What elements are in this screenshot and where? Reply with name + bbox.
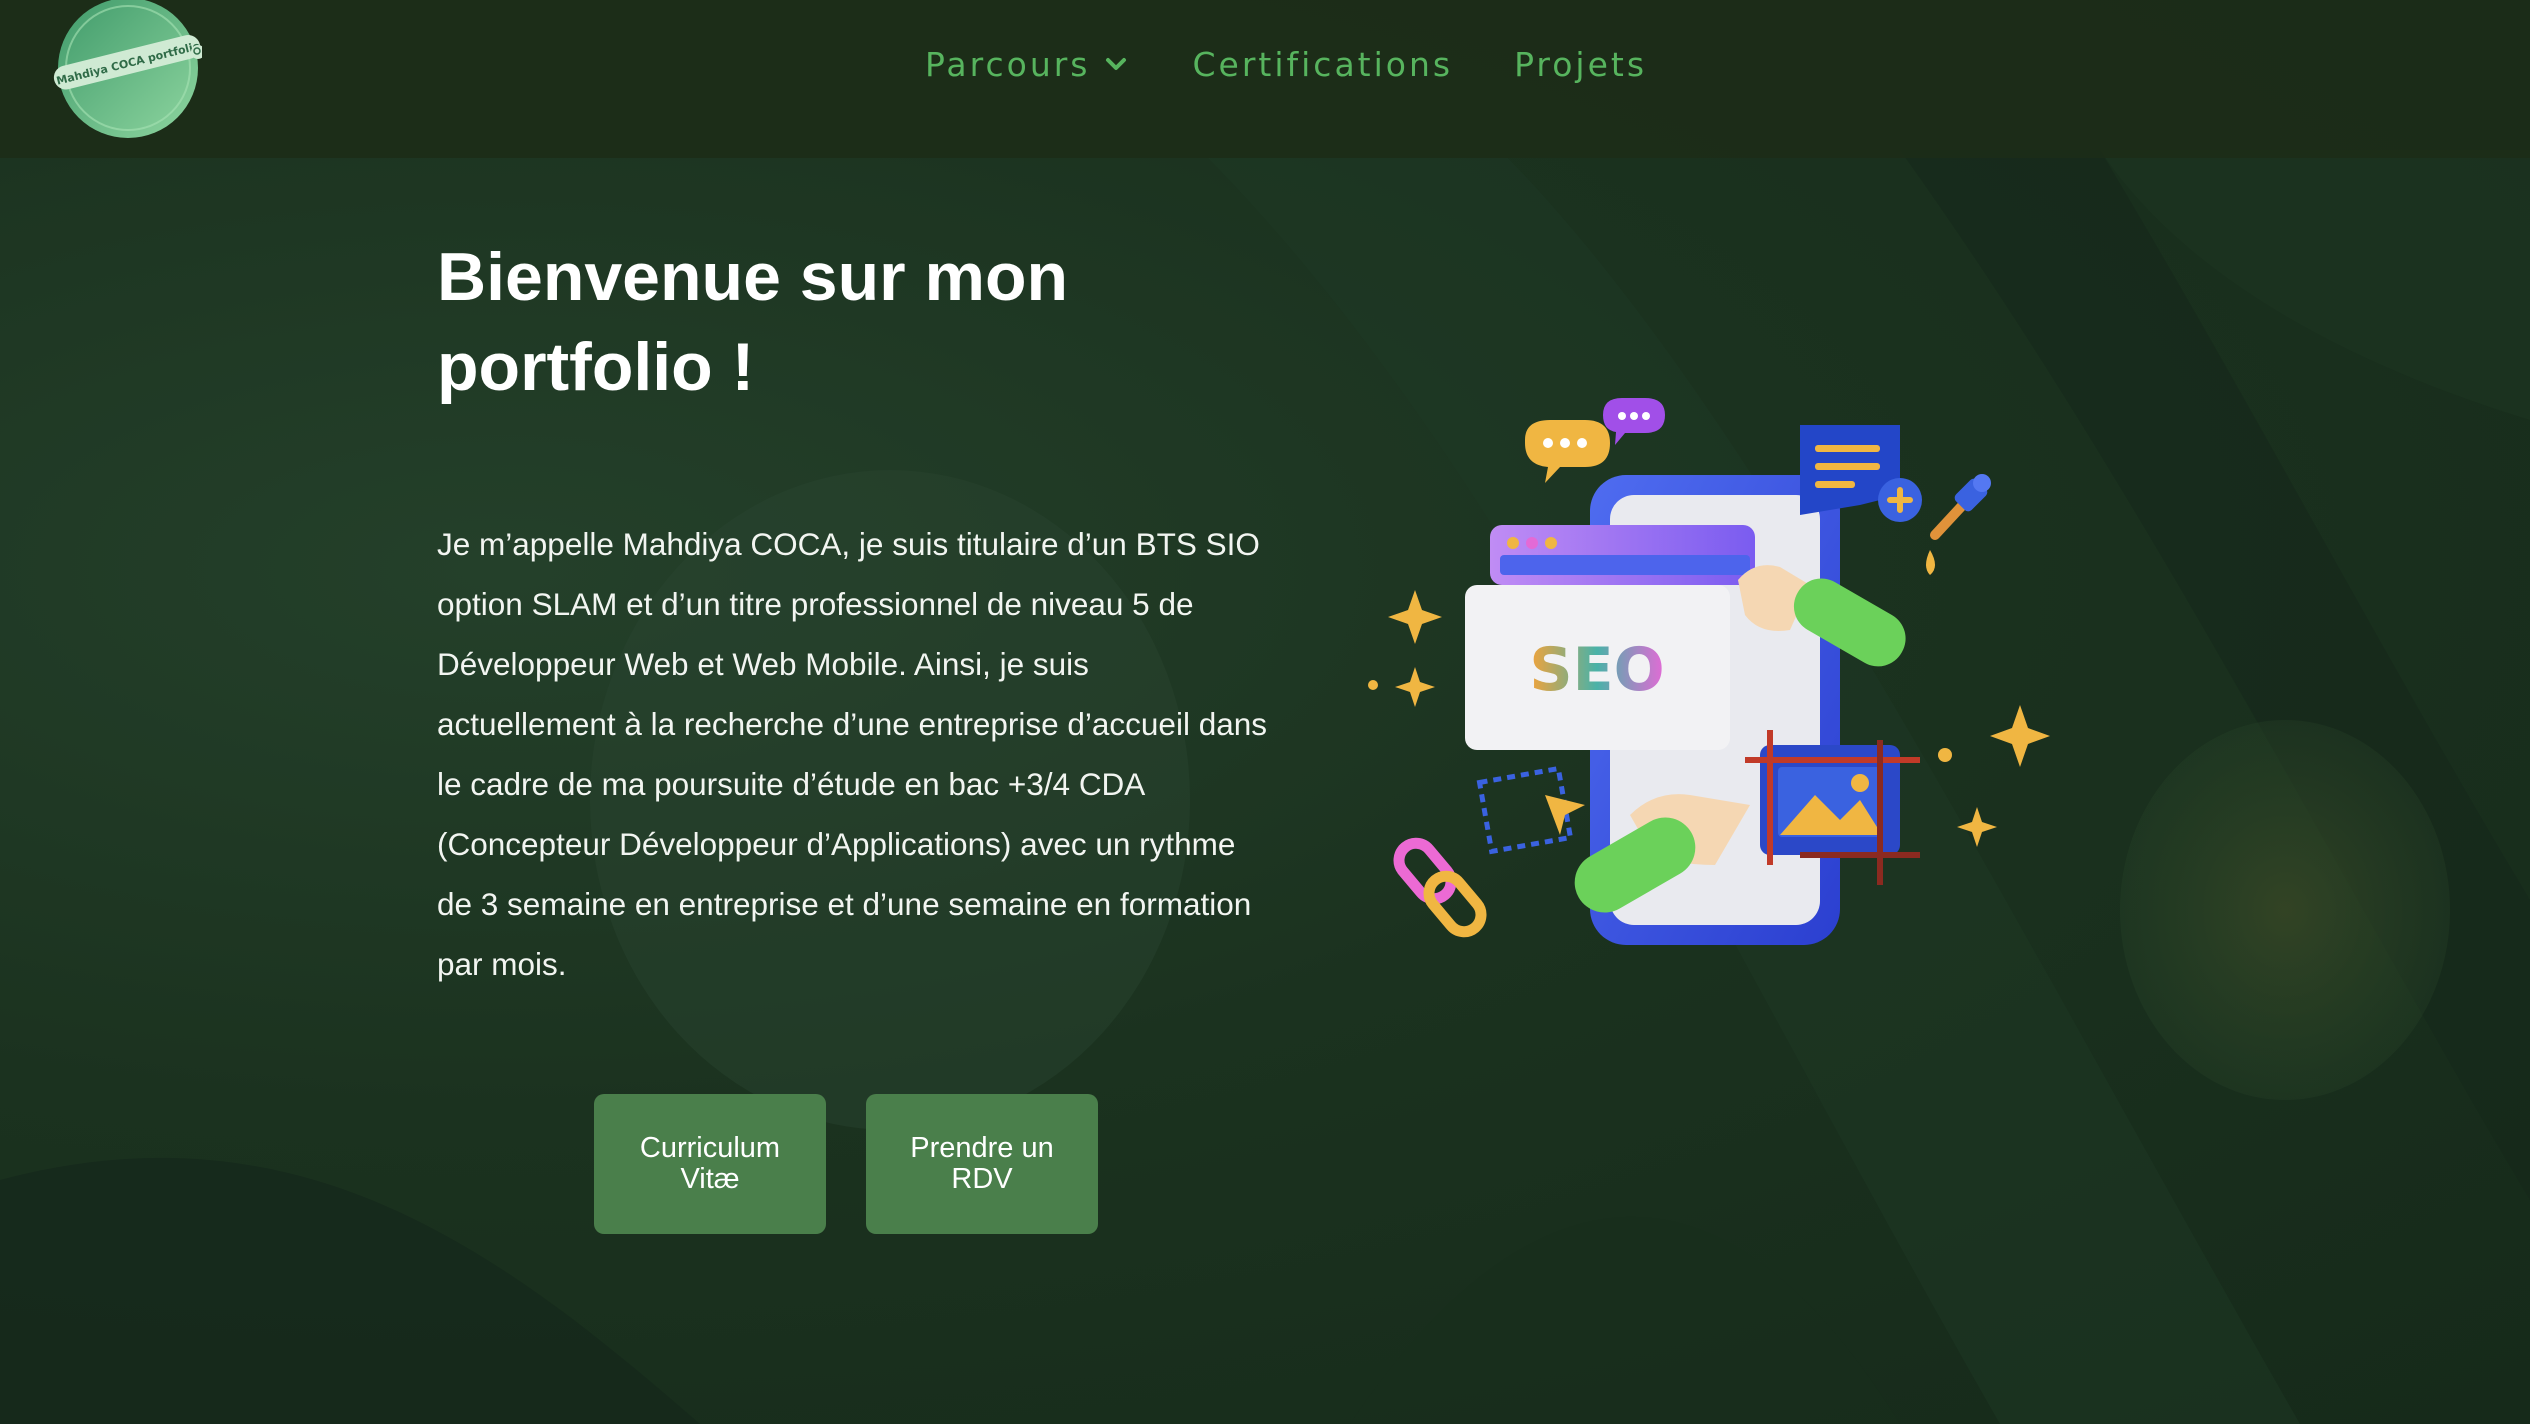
top-navbar: Mahdiya COCA portfolio Parcours Certific… (0, 0, 2530, 158)
appointment-button[interactable]: Prendre un RDV (866, 1094, 1098, 1234)
page-title-line-2: portfolio ! (437, 329, 755, 405)
chat-bubble-icon (1525, 398, 1665, 483)
site-logo[interactable]: Mahdiya COCA portfolio (50, 0, 202, 140)
page: Mahdiya COCA portfolio Parcours Certific… (0, 0, 2530, 1424)
main-nav: Parcours Certifications Projets (925, 36, 1647, 92)
pipette-icon (1926, 474, 1991, 575)
page-title-line-1: Bienvenue sur mon (437, 239, 1069, 315)
intro-paragraph: Je m’appelle Mahdiya COCA, je suis titul… (437, 526, 1267, 982)
selection-cursor-icon (1476, 765, 1585, 855)
nav-item-parcours[interactable]: Parcours (925, 45, 1127, 84)
cv-button-label: Curriculum Vitæ (639, 1132, 781, 1195)
nav-item-projets[interactable]: Projets (1514, 45, 1647, 84)
page-title: Bienvenue sur mon portfolio ! (437, 232, 1337, 412)
nav-item-label: Parcours (925, 44, 1091, 84)
seo-illustration: SEO (1368, 398, 2050, 945)
seo-text: SEO (1529, 635, 1664, 705)
nav-item-label: Certifications (1192, 44, 1454, 84)
chevron-down-icon (1105, 58, 1126, 70)
appointment-button-label: Prendre un RDV (910, 1132, 1054, 1195)
browser-window-icon (1490, 525, 1755, 585)
cv-button[interactable]: Curriculum Vitæ (594, 1094, 826, 1234)
document-icon (1800, 425, 1922, 522)
seo-card: SEO (1465, 585, 1730, 750)
nav-item-certifications[interactable]: Certifications (1193, 45, 1454, 84)
nav-item-label: Projets (1514, 44, 1648, 84)
link-chain-icon (1393, 837, 1487, 938)
